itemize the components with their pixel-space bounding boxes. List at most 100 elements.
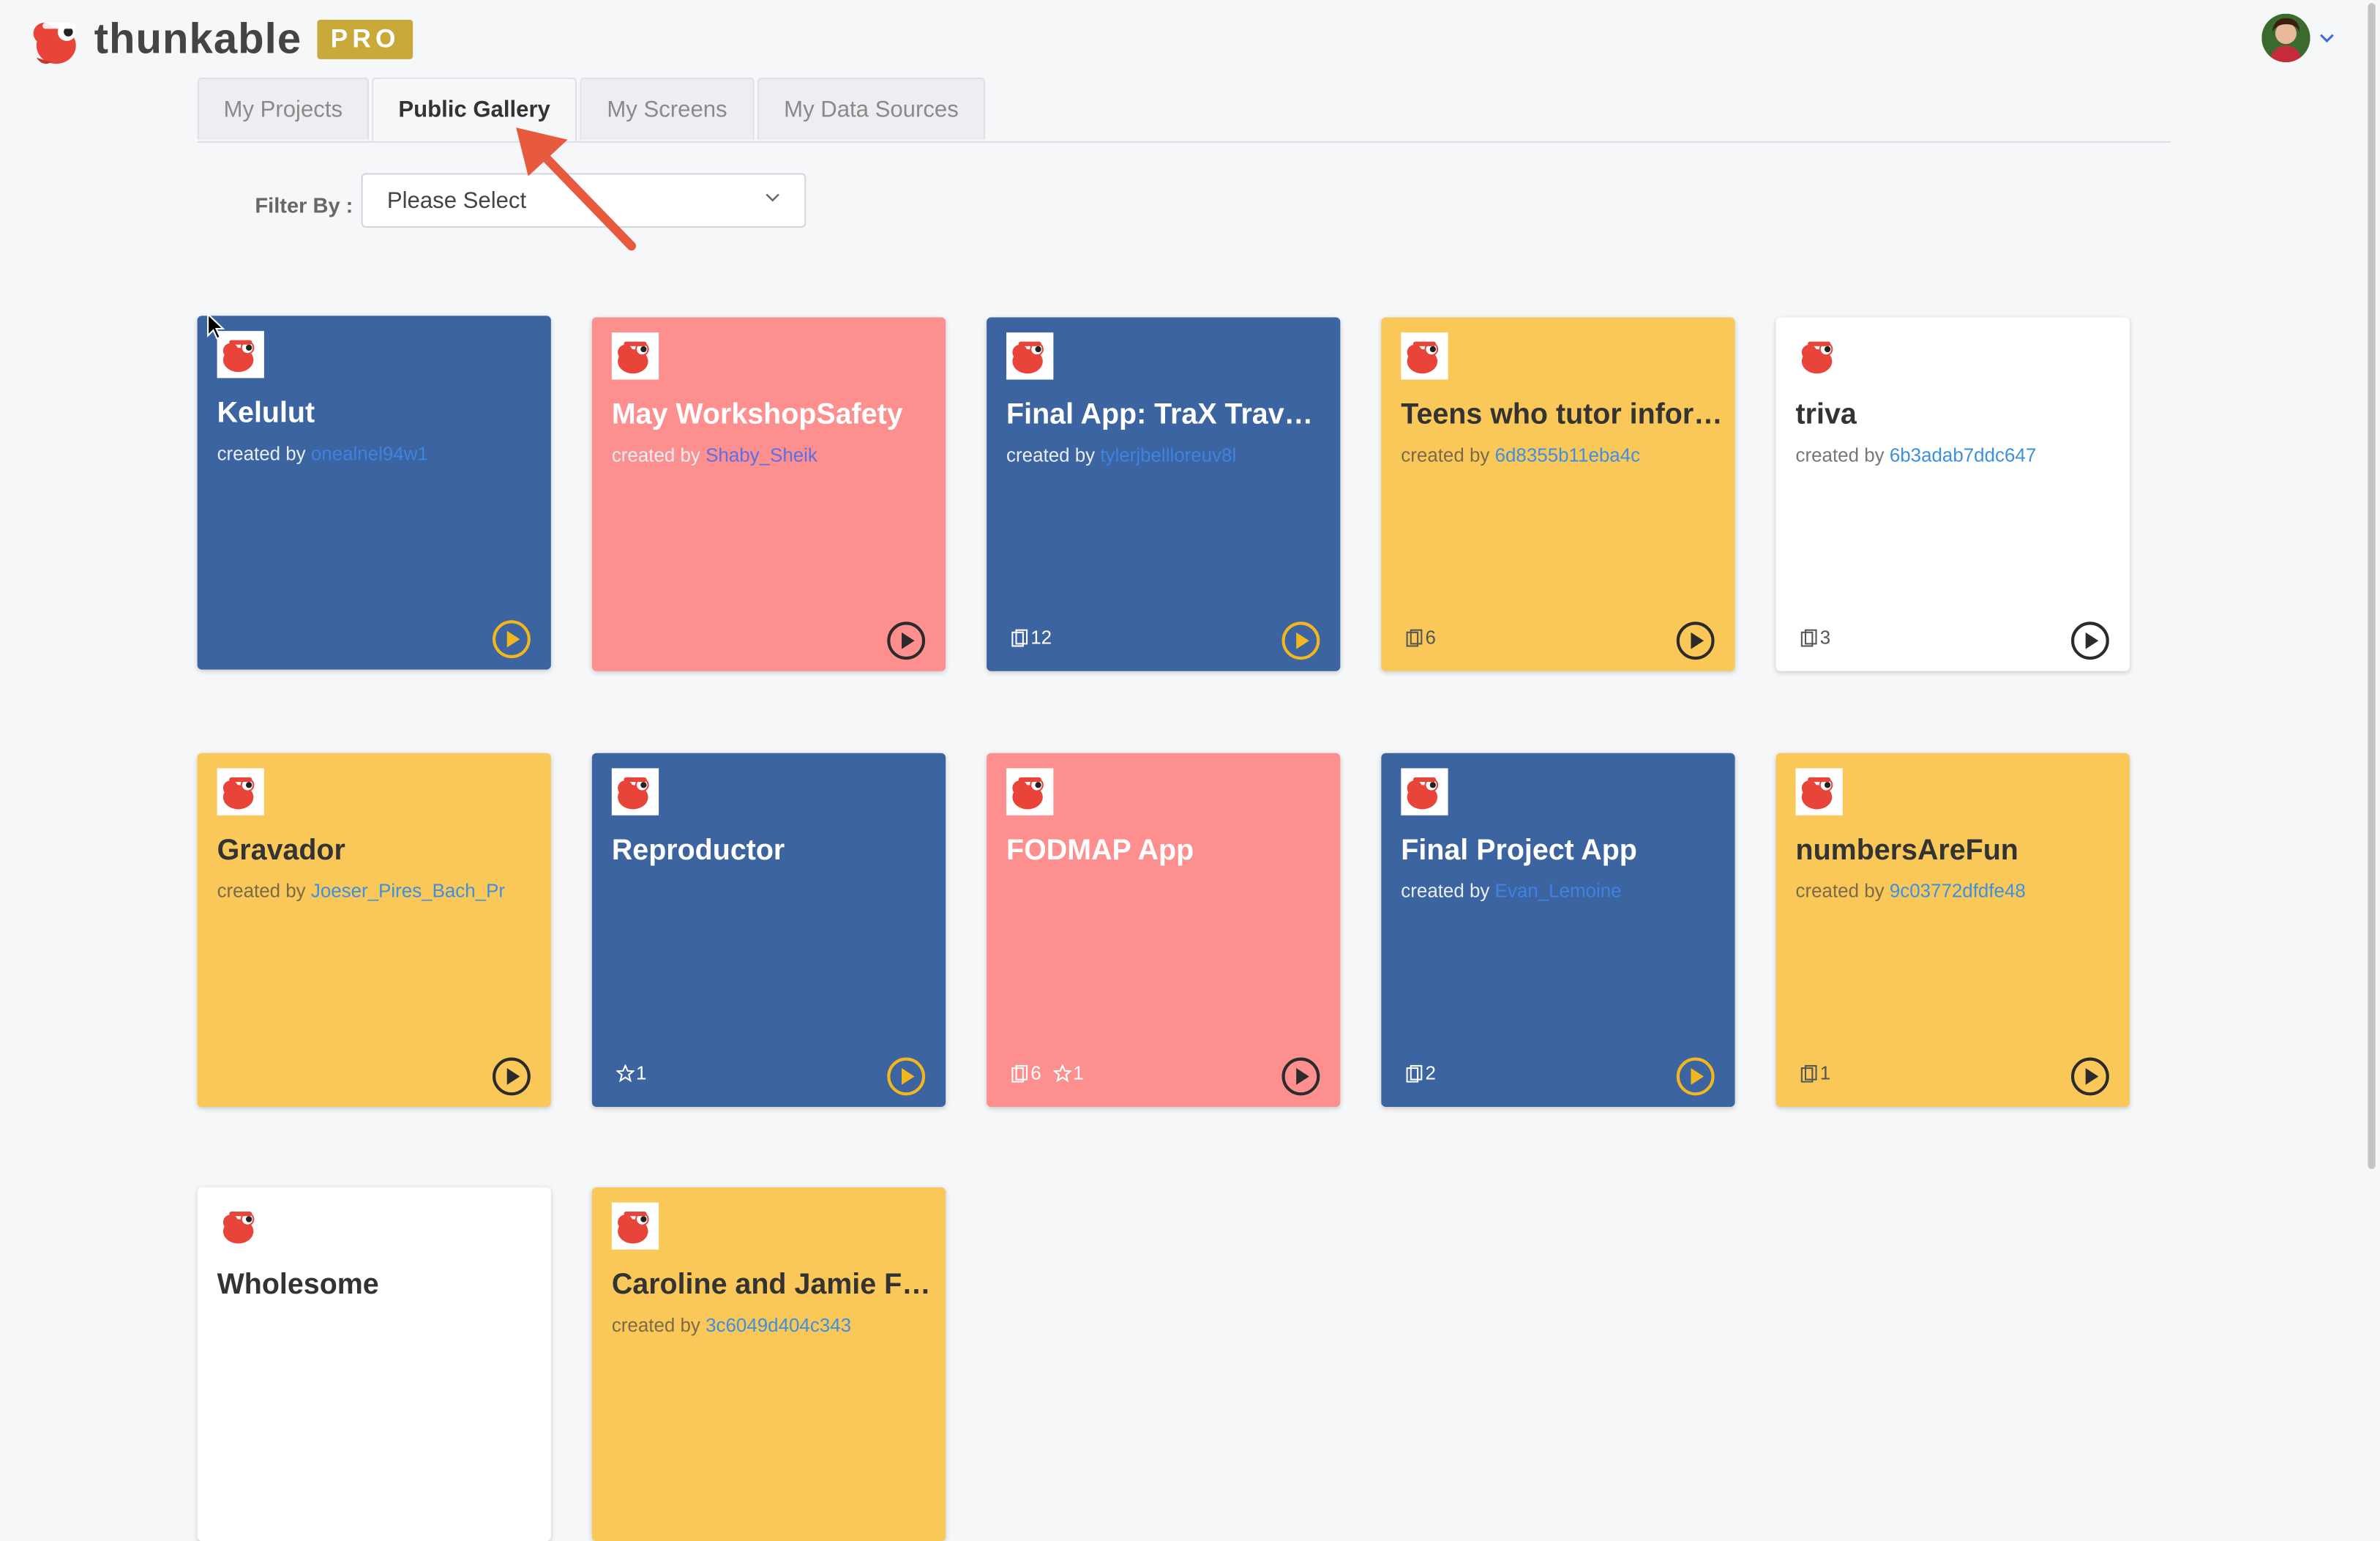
app-title[interactable]: Gravador — [217, 835, 539, 869]
account-menu[interactable] — [2261, 13, 2335, 63]
app-card[interactable]: Gravador created by Joeser_Pires_Bach_Pr — [197, 753, 551, 1107]
star-count: 1 — [1053, 1062, 1084, 1084]
play-icon[interactable] — [492, 1057, 531, 1097]
app-card[interactable]: Kelulut created by onealnel94w1 — [197, 316, 551, 670]
screens-icon — [1800, 1064, 1817, 1083]
play-icon[interactable] — [492, 619, 531, 659]
app-mascot-icon — [222, 777, 255, 810]
app-title[interactable]: May WorkshopSafety — [612, 399, 934, 433]
play-icon[interactable] — [1676, 621, 1715, 660]
app-icon — [217, 768, 264, 816]
app-title[interactable]: triva — [1796, 399, 2118, 433]
mouse-cursor-icon — [207, 313, 225, 340]
avatar[interactable] — [2261, 13, 2310, 63]
star-icon — [616, 1064, 635, 1083]
created-by: created by Joeser_Pires_Bach_Pr — [217, 881, 505, 902]
creator-link[interactable]: 6d8355b11eba4c — [1495, 445, 1640, 466]
app-card[interactable]: Reproductor 1 — [591, 753, 946, 1107]
play-icon[interactable] — [1676, 1057, 1715, 1097]
screen-count-value: 1 — [1819, 1062, 1831, 1084]
scrollbar-thumb[interactable] — [2368, 3, 2376, 1169]
star-icon — [1053, 1064, 1072, 1083]
screen-count: 1 — [1800, 1063, 1830, 1084]
creator-link[interactable]: Joeser_Pires_Bach_Pr — [311, 881, 505, 902]
app-card[interactable]: Caroline and Jamie Final App created by 3… — [591, 1187, 946, 1541]
play-icon[interactable] — [886, 621, 926, 660]
screen-count: 6 — [1406, 627, 1436, 649]
play-icon[interactable] — [1281, 1057, 1320, 1097]
star-count-value: 1 — [1073, 1062, 1084, 1084]
created-by-label: created by — [1401, 444, 1490, 466]
chevron-down-icon[interactable] — [2319, 34, 2335, 43]
created-by-label: created by — [1795, 444, 1885, 466]
app-mascot-icon — [1801, 341, 1833, 374]
app-card[interactable]: numbersAreFun created by 9c03772dfdfe48 1 — [1775, 753, 2130, 1107]
created-by: created by 9c03772dfdfe48 — [1796, 881, 2026, 902]
card-stats: 1 — [1800, 1063, 1830, 1084]
created-by-label: created by — [611, 1315, 700, 1337]
creator-link[interactable]: 3c6049d404c343 — [706, 1315, 851, 1336]
screen-count-value: 12 — [1030, 627, 1052, 649]
app-title[interactable]: FODMAP App — [1006, 835, 1328, 869]
annotation-arrow-icon — [516, 127, 637, 251]
app-mascot-icon — [1407, 341, 1439, 374]
creator-link[interactable]: Shaby_Sheik — [706, 445, 817, 466]
app-mascot-icon — [618, 777, 649, 810]
app-title[interactable]: Caroline and Jamie Final App — [612, 1269, 934, 1303]
created-by-label: created by — [1795, 880, 1885, 902]
app-title[interactable]: numbersAreFun — [1796, 835, 2118, 869]
app-title[interactable]: Reproductor — [612, 835, 934, 869]
tab-my-projects[interactable]: My Projects — [197, 77, 369, 140]
app-icon — [611, 332, 659, 380]
screens-icon — [1406, 1064, 1423, 1083]
creator-link[interactable]: tylerjbellloreuv8l — [1100, 445, 1236, 466]
card-stats: 61 — [1011, 1062, 1084, 1084]
created-by-label: created by — [611, 444, 700, 466]
app-icon — [1795, 332, 1843, 380]
app-card[interactable]: triva created by 6b3adab7ddc647 3 — [1775, 317, 2130, 671]
app-icon — [1006, 768, 1054, 816]
app-title[interactable]: Wholesome — [217, 1269, 539, 1303]
app-card[interactable]: Final App: TraX Travel Tracker created by… — [987, 317, 1341, 671]
tab-my-data-sources[interactable]: My Data Sources — [757, 77, 986, 140]
thunkable-mascot-icon — [33, 23, 76, 64]
app-card[interactable]: May WorkshopSafety created by Shaby_Sheik — [591, 317, 946, 671]
created-by: created by 3c6049d404c343 — [612, 1315, 851, 1336]
app-card[interactable]: Teens who tutor information created by 6d… — [1381, 317, 1735, 671]
created-by: created by Evan_Lemoine — [1401, 881, 1621, 902]
tab-bar: My Projects Public Gallery My Screens My… — [197, 77, 2171, 143]
app-card[interactable]: FODMAP App 6 1 — [987, 753, 1341, 1107]
page-scrollbar[interactable] — [2362, 0, 2380, 1429]
app-icon — [1006, 332, 1054, 380]
card-stats: 3 — [1800, 627, 1830, 649]
user-avatar-icon — [2261, 13, 2310, 63]
creator-link[interactable]: 6b3adab7ddc647 — [1890, 445, 2036, 466]
play-icon[interactable] — [886, 1057, 926, 1097]
star-count: 1 — [616, 1063, 646, 1084]
screens-icon — [1800, 629, 1817, 647]
screens-icon — [1406, 629, 1423, 647]
pro-badge: PRO — [316, 19, 413, 59]
created-by-label: created by — [217, 443, 306, 465]
app-card[interactable]: Final Project App created by Evan_Lemoine… — [1381, 753, 1735, 1107]
app-icon — [1795, 768, 1843, 816]
creator-link[interactable]: onealnel94w1 — [311, 444, 428, 465]
app-title[interactable]: Final Project App — [1401, 835, 1723, 869]
screen-count: 2 — [1406, 1063, 1436, 1084]
star-count-value: 1 — [636, 1062, 647, 1084]
app-card[interactable]: Wholesome — [197, 1187, 551, 1541]
app-title[interactable]: Final App: TraX Travel Tracker — [1006, 399, 1328, 433]
thunkable-logo[interactable]: thunkable PRO — [30, 12, 413, 67]
app-mascot-icon — [1012, 341, 1044, 374]
play-icon[interactable] — [2070, 621, 2110, 660]
play-icon[interactable] — [2070, 1057, 2110, 1097]
app-title[interactable]: Kelulut — [217, 398, 539, 431]
creator-link[interactable]: Evan_Lemoine — [1495, 881, 1622, 902]
app-icon — [611, 1202, 659, 1250]
app-mascot-icon — [1407, 777, 1439, 810]
screen-count-value: 6 — [1425, 627, 1436, 649]
created-by: created by Shaby_Sheik — [612, 445, 817, 466]
app-title[interactable]: Teens who tutor information — [1401, 399, 1723, 433]
play-icon[interactable] — [1281, 621, 1320, 660]
creator-link[interactable]: 9c03772dfdfe48 — [1890, 881, 2026, 902]
